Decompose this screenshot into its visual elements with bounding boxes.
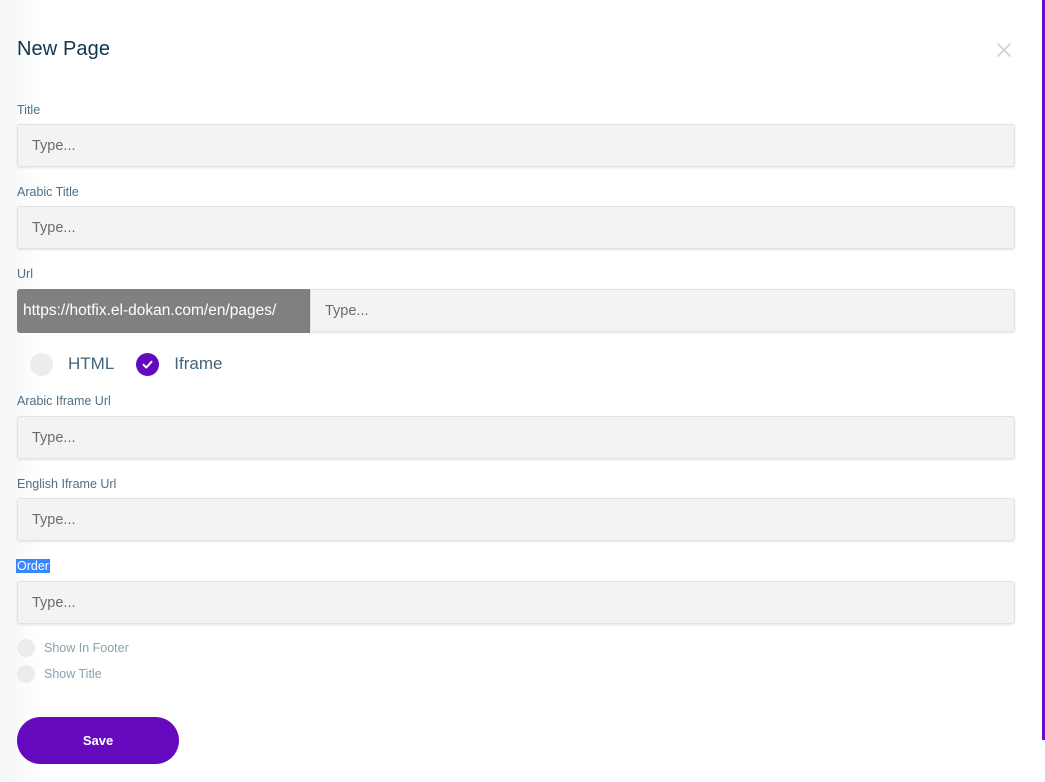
radio-html[interactable]: HTML: [30, 352, 115, 376]
arabic-title-label: Arabic Title: [17, 185, 79, 199]
radio-html-circle[interactable]: [30, 352, 53, 376]
arabic-iframe-url-input[interactable]: [17, 416, 1015, 459]
order-input[interactable]: [17, 581, 1015, 624]
order-label: Order: [16, 559, 50, 573]
radio-iframe-circle[interactable]: [136, 352, 160, 376]
url-label: Url: [17, 267, 33, 281]
new-page-modal: New Page Title Arabic Title Url https://…: [0, 0, 1045, 782]
show-in-footer-label: Show In Footer: [44, 641, 129, 655]
show-in-footer-circle[interactable]: [17, 639, 35, 657]
show-in-footer-checkbox[interactable]: Show In Footer: [17, 639, 129, 657]
modal-title: New Page: [17, 38, 111, 60]
arabic-iframe-url-label: Arabic Iframe Url: [17, 394, 111, 408]
save-button[interactable]: Save: [17, 717, 179, 764]
checkmark-icon: [142, 360, 153, 368]
english-iframe-url-input[interactable]: [17, 498, 1015, 541]
close-icon: [997, 43, 1011, 57]
radio-iframe[interactable]: Iframe: [136, 352, 223, 376]
url-slug-input[interactable]: [310, 289, 1015, 332]
show-title-checkbox[interactable]: Show Title: [17, 665, 102, 683]
show-title-label: Show Title: [44, 667, 102, 681]
title-input[interactable]: [17, 124, 1015, 167]
radio-iframe-label: Iframe: [174, 354, 223, 373]
url-prefix: https://hotfix.el-dokan.com/en/pages/: [17, 289, 310, 333]
close-button[interactable]: [994, 40, 1014, 60]
title-label: Title: [17, 103, 41, 117]
show-title-circle[interactable]: [17, 665, 35, 683]
english-iframe-url-label: English Iframe Url: [17, 477, 117, 491]
content-type-group: HTML Iframe: [30, 352, 222, 376]
arabic-title-input[interactable]: [17, 206, 1015, 249]
radio-html-label: HTML: [68, 354, 115, 373]
